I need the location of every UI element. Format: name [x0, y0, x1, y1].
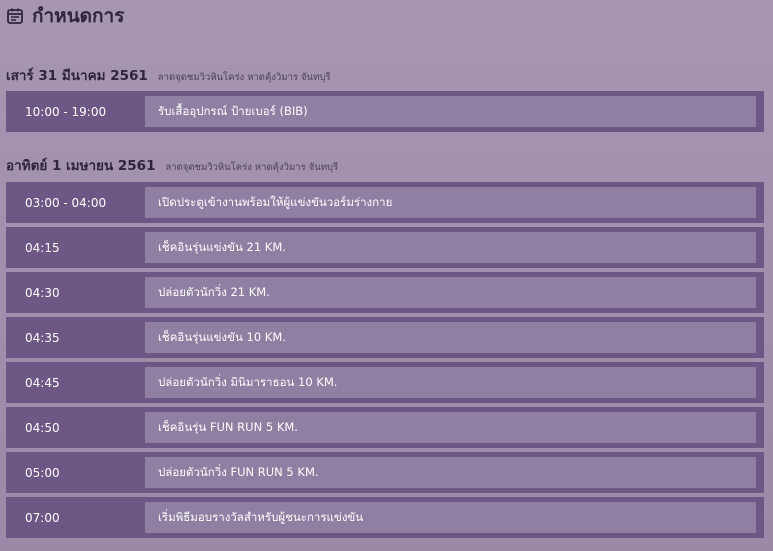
day-date: เสาร์ 31 มีนาคม 2561 [6, 68, 148, 84]
day-venue: ลาดจุดชมวิวหินโคร่ง หาดคุ้งวิมาร จันทบุร… [157, 72, 331, 83]
event-time: 04:15 [25, 240, 60, 255]
day-date: อาทิตย์ 1 เมษายน 2561 [6, 158, 156, 174]
event-description: เช็คอินรุ่น FUN RUN 5 KM. [145, 412, 756, 443]
day-heading: อาทิตย์ 1 เมษายน 2561 ลาดจุดชมวิวหินโคร่… [6, 154, 338, 176]
event-description: ปล่อยตัวนักวิ่ง มินิมาราธอน 10 KM. [145, 367, 756, 398]
event-time: 04:50 [25, 420, 60, 435]
schedule-row: 04:30 ปล่อยตัวนักวิ่ง 21 KM. [6, 272, 764, 313]
schedule-row: 04:35 เช็คอินรุ่นแข่งขัน 10 KM. [6, 317, 764, 358]
schedule-row: 04:15 เช็คอินรุ่นแข่งขัน 21 KM. [6, 227, 764, 268]
event-description: ปล่อยตัวนักวิ่ง 21 KM. [145, 277, 756, 308]
schedule-header: กำหนดการ [6, 4, 124, 28]
event-time: 07:00 [25, 510, 60, 525]
day-heading: เสาร์ 31 มีนาคม 2561 ลาดจุดชมวิวหินโคร่ง… [6, 64, 330, 86]
event-description: รับเสื้ออุปกรณ์ ป้ายเบอร์ (BIB) [145, 96, 756, 127]
event-time: 04:45 [25, 375, 60, 390]
event-description: เช็คอินรุ่นแข่งขัน 10 KM. [145, 322, 756, 353]
event-description: เปิดประตูเข้างานพร้อมให้ผู้แข่งขันวอร์มร… [145, 187, 756, 218]
schedule-row: 04:50 เช็คอินรุ่น FUN RUN 5 KM. [6, 407, 764, 448]
schedule-row: 03:00 - 04:00 เปิดประตูเข้างานพร้อมให้ผู… [6, 182, 764, 223]
event-time: 04:30 [25, 285, 60, 300]
day-venue: ลาดจุดชมวิวหินโคร่ง หาดคุ้งวิมาร จันทบุร… [165, 162, 339, 173]
event-time: 04:35 [25, 330, 60, 345]
event-description: ปล่อยตัวนักวิ่ง FUN RUN 5 KM. [145, 457, 756, 488]
schedule-row: 07:00 เริ่มพิธีมอบรางวัลสำหรับผู้ชนะการแ… [6, 497, 764, 538]
schedule-row: 04:45 ปล่อยตัวนักวิ่ง มินิมาราธอน 10 KM. [6, 362, 764, 403]
schedule-row: 05:00 ปล่อยตัวนักวิ่ง FUN RUN 5 KM. [6, 452, 764, 493]
event-time: 05:00 [25, 465, 60, 480]
event-time: 10:00 - 19:00 [25, 104, 107, 119]
event-time: 03:00 - 04:00 [25, 195, 107, 210]
event-description: เช็คอินรุ่นแข่งขัน 21 KM. [145, 232, 756, 263]
event-description: เริ่มพิธีมอบรางวัลสำหรับผู้ชนะการแข่งขัน [145, 502, 756, 533]
page-title: กำหนดการ [32, 5, 125, 27]
calendar-icon [6, 7, 24, 25]
schedule-row: 10:00 - 19:00 รับเสื้ออุปกรณ์ ป้ายเบอร์ … [6, 91, 764, 132]
